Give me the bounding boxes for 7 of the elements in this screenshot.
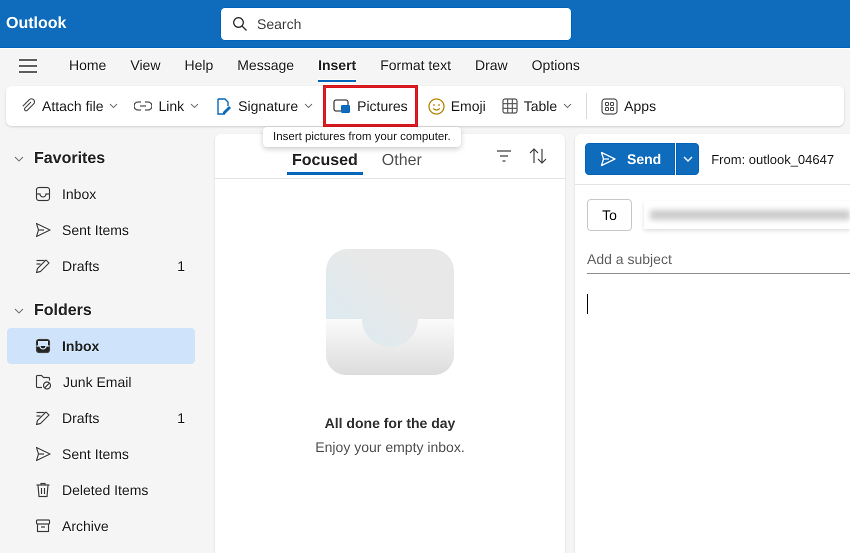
empty-state-title: All done for the day [324,415,456,431]
unread-count: 1 [177,410,185,426]
app-title: Outlook [5,15,68,33]
unread-count: 1 [177,258,185,274]
from-address: From: outlook_04647 [711,152,834,166]
tooltip: Insert pictures from your computer. [263,127,461,147]
empty-state-message: Enjoy your empty inbox. [315,439,465,455]
